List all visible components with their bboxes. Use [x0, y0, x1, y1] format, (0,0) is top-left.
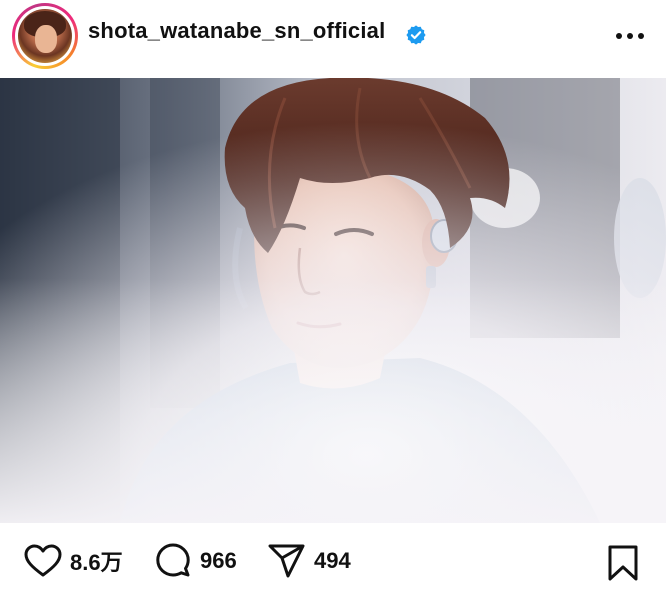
more-dot — [627, 33, 633, 39]
heart-icon — [24, 544, 62, 577]
comment-button[interactable]: 966 — [154, 543, 237, 579]
post-header: shota_watanabe_sn_official — [0, 0, 666, 78]
share-count[interactable]: 494 — [314, 548, 351, 574]
comment-bubble-icon — [156, 543, 190, 577]
more-dot — [638, 33, 644, 39]
instagram-post: shota_watanabe_sn_official 8.6万 966 494 — [0, 0, 666, 596]
more-dot — [616, 33, 622, 39]
like-count[interactable]: 8.6万 — [70, 545, 123, 577]
username-link[interactable]: shota_watanabe_sn_official — [88, 18, 385, 44]
post-photo[interactable] — [0, 78, 666, 523]
story-ring[interactable] — [12, 3, 78, 69]
share-button[interactable]: 494 — [268, 543, 351, 579]
avatar[interactable] — [18, 9, 72, 63]
save-button[interactable] — [606, 545, 640, 586]
bookmark-icon — [608, 545, 638, 581]
action-bar: 8.6万 966 494 — [0, 523, 666, 596]
comment-count[interactable]: 966 — [200, 548, 237, 574]
paper-plane-icon — [268, 544, 305, 578]
more-options-button[interactable] — [616, 26, 644, 46]
portrait-image — [0, 78, 666, 523]
verified-badge-icon — [406, 25, 426, 45]
like-button[interactable]: 8.6万 — [24, 543, 123, 579]
